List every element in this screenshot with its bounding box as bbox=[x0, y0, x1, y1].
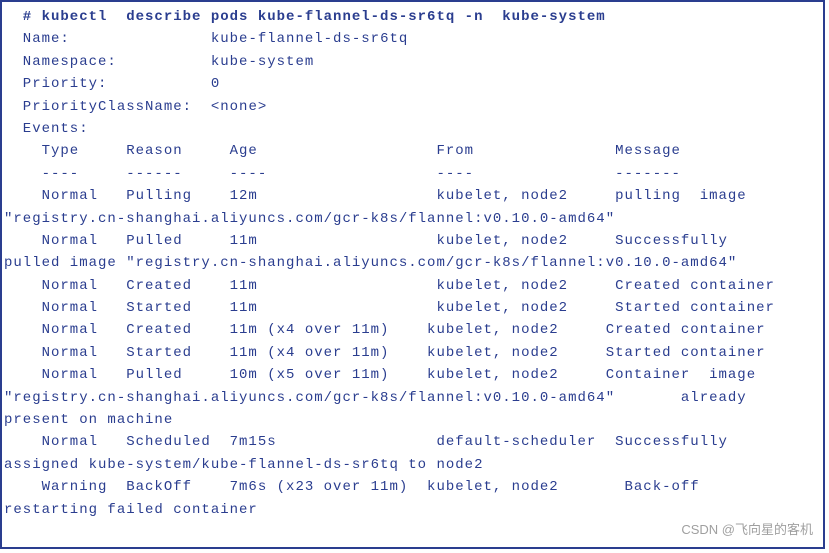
events-label: Events: bbox=[4, 121, 89, 137]
command-line: # kubectl describe pods kube-flannel-ds-… bbox=[4, 9, 606, 25]
name-label: Name: bbox=[4, 31, 211, 47]
priorityclass-label: PriorityClassName: bbox=[4, 99, 211, 115]
name-value: kube-flannel-ds-sr6tq bbox=[211, 31, 408, 47]
watermark: CSDN @飞向星的客机 bbox=[681, 520, 813, 541]
terminal-output: # kubectl describe pods kube-flannel-ds-… bbox=[0, 0, 825, 549]
priority-value: 0 bbox=[211, 76, 220, 92]
priority-label: Priority: bbox=[4, 76, 211, 92]
events-body: Normal Pulling 12m kubelet, node2 pullin… bbox=[4, 188, 775, 517]
namespace-value: kube-system bbox=[211, 54, 314, 70]
namespace-label: Namespace: bbox=[4, 54, 211, 70]
priorityclass-value: <none> bbox=[211, 99, 267, 115]
events-header: Type Reason Age From Message bbox=[4, 143, 681, 159]
events-divider: ---- ------ ---- ---- ------- bbox=[4, 166, 681, 182]
